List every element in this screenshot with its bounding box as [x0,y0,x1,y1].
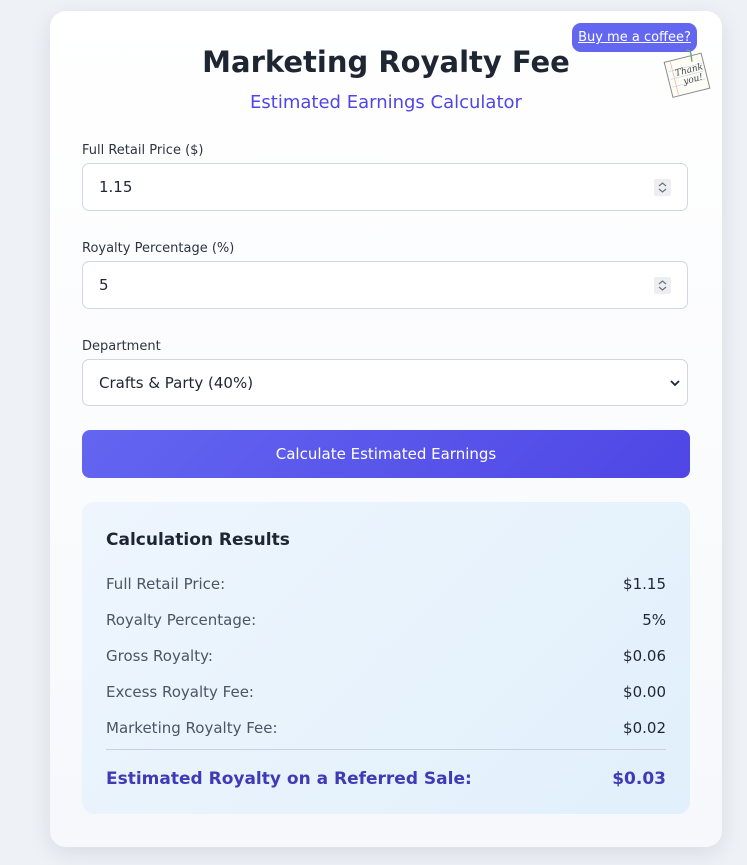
result-label: Marketing Royalty Fee: [106,719,278,737]
result-value: $0.00 [623,683,666,701]
price-input[interactable]: 1.15 [82,163,688,211]
result-value: 5% [642,611,666,629]
thank-you-note-icon: Thank you! [663,49,711,98]
result-label: Gross Royalty: [106,647,213,665]
buy-coffee-link[interactable]: Buy me a coffee? [572,23,697,52]
result-value: $0.02 [623,719,666,737]
result-label: Excess Royalty Fee: [106,683,254,701]
total-value: $0.03 [612,769,666,789]
result-row: Royalty Percentage: 5% [106,609,666,631]
total-label: Estimated Royalty on a Referred Sale: [106,769,472,789]
calculate-button[interactable]: Calculate Estimated Earnings [82,430,690,478]
calculator-card: Marketing Royalty Fee Estimated Earnings… [50,11,722,847]
department-value: Crafts & Party (40%) [99,373,254,392]
result-label: Full Retail Price: [106,575,226,593]
royalty-label: Royalty Percentage (%) [82,241,235,256]
royalty-input[interactable]: 5 [82,261,688,309]
number-spinner-icon[interactable] [654,277,671,294]
result-row: Marketing Royalty Fee: $0.02 [106,717,666,739]
royalty-value: 5 [99,276,109,294]
department-label: Department [82,339,161,354]
price-label: Full Retail Price ($) [82,143,204,158]
price-value: 1.15 [99,178,133,196]
department-select[interactable]: Crafts & Party (40%) [82,359,688,406]
result-value: $1.15 [623,575,666,593]
result-label: Royalty Percentage: [106,611,257,629]
result-value: $0.06 [623,647,666,665]
page-subtitle: Estimated Earnings Calculator [250,92,522,113]
results-panel: Calculation Results Full Retail Price: $… [82,502,690,814]
result-row: Gross Royalty: $0.06 [106,645,666,667]
total-row: Estimated Royalty on a Referred Sale: $0… [106,766,666,792]
number-spinner-icon[interactable] [654,179,671,196]
results-title: Calculation Results [106,530,290,550]
chevron-down-icon [670,380,680,387]
result-row: Excess Royalty Fee: $0.00 [106,681,666,703]
results-divider [106,749,666,750]
result-row: Full Retail Price: $1.15 [106,573,666,595]
